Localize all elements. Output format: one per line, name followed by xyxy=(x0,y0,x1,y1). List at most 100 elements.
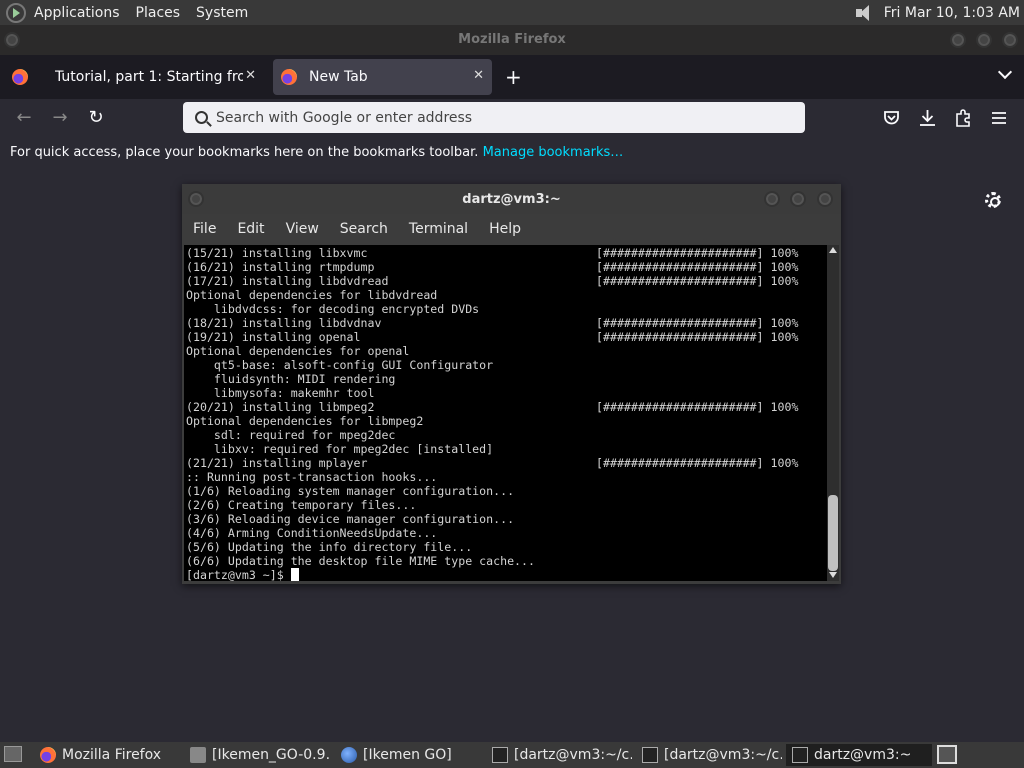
downloads-icon[interactable] xyxy=(919,109,936,127)
progress-bar-text: [######################] 100% xyxy=(596,260,799,274)
terminal-line: (3/6) Reloading device manager configura… xyxy=(186,512,827,526)
menu-view[interactable]: View xyxy=(286,221,319,237)
menu-icon[interactable] xyxy=(991,111,1007,125)
extensions-icon[interactable] xyxy=(955,109,972,127)
close-window-button[interactable] xyxy=(1002,32,1018,48)
manage-bookmarks-link[interactable]: Manage bookmarks… xyxy=(483,145,624,160)
back-button[interactable]: ← xyxy=(13,107,35,129)
terminal-line-text: (5/6) Updating the info directory file..… xyxy=(186,540,473,554)
terminal-output[interactable]: (15/21) installing libxvmc [#############… xyxy=(184,245,827,581)
menu-help[interactable]: Help xyxy=(489,221,521,237)
firefox-titlebar: Mozilla Firefox xyxy=(0,25,1024,55)
reload-button[interactable]: ↻ xyxy=(85,107,107,129)
taskbar-item[interactable]: [Ikemen GO] xyxy=(335,744,482,766)
terminal-icon xyxy=(642,747,658,763)
terminal-line: (1/6) Reloading system manager configura… xyxy=(186,484,827,498)
close-tab-icon[interactable]: ✕ xyxy=(473,68,484,83)
terminal-line-text: Optional dependencies for libdvdread xyxy=(186,288,438,302)
scroll-up-arrow-icon[interactable] xyxy=(829,247,837,253)
taskbar-item[interactable]: dartz@vm3:~ xyxy=(786,744,932,766)
terminal-menubar: File Edit View Search Terminal Help xyxy=(182,214,841,244)
workspace-switcher-icon[interactable] xyxy=(937,745,957,764)
firefox-icon xyxy=(40,747,56,763)
maximize-button[interactable] xyxy=(790,191,806,207)
scroll-thumb[interactable] xyxy=(828,495,838,571)
progress-bar-text: [######################] 100% xyxy=(596,456,799,470)
pocket-icon[interactable] xyxy=(883,110,900,126)
forward-button[interactable]: → xyxy=(49,107,71,129)
menu-edit[interactable]: Edit xyxy=(237,221,264,237)
close-window-button[interactable] xyxy=(817,191,833,207)
volume-icon[interactable] xyxy=(854,4,876,22)
firefox-view-icon[interactable] xyxy=(12,69,28,85)
maximize-button[interactable] xyxy=(976,32,992,48)
terminal-line: libxv: required for mpeg2dec [installed] xyxy=(186,442,827,456)
menu-applications[interactable]: Applications xyxy=(34,5,120,21)
terminal-line: (2/6) Creating temporary files... xyxy=(186,498,827,512)
terminal-line: sdl: required for mpeg2dec xyxy=(186,428,827,442)
terminal-line: (18/21) installing libdvdnav [###########… xyxy=(186,316,827,330)
tab-strip: Tutorial, part 1: Starting from scratch … xyxy=(0,55,1024,99)
bookmarks-toolbar: For quick access, place your bookmarks h… xyxy=(0,137,1024,169)
minimize-button[interactable] xyxy=(950,32,966,48)
terminal-icon xyxy=(492,747,508,763)
taskbar-item[interactable]: [Ikemen_GO-0.9… xyxy=(184,744,331,766)
terminal-line-text: (16/21) installing rtmpdump xyxy=(186,260,375,274)
terminal-line: (20/21) installing libmpeg2 [############… xyxy=(186,400,827,414)
clock[interactable]: Fri Mar 10, 1:03 AM xyxy=(884,5,1020,21)
window-menu-button[interactable] xyxy=(4,32,20,48)
terminal-titlebar[interactable]: dartz@vm3:~ xyxy=(182,184,841,214)
terminal-line: (21/21) installing mplayer [#############… xyxy=(186,456,827,470)
terminal-line-text: (18/21) installing libdvdnav xyxy=(186,316,382,330)
tab-label: New Tab xyxy=(309,69,368,85)
taskbar-item-label: [Ikemen GO] xyxy=(363,747,452,763)
menu-terminal[interactable]: Terminal xyxy=(409,221,468,237)
gnome-foot-icon[interactable] xyxy=(6,2,26,23)
gear-icon[interactable] xyxy=(985,192,1001,208)
tab-label: Tutorial, part 1: Starting from scratch xyxy=(55,69,243,85)
terminal-line-text: Optional dependencies for openal xyxy=(186,344,410,358)
terminal-line: (17/21) installing libdvdread [##########… xyxy=(186,274,827,288)
minimize-button[interactable] xyxy=(764,191,780,207)
list-all-tabs-icon[interactable] xyxy=(997,64,1013,80)
terminal-line-text: (3/6) Reloading device manager configura… xyxy=(186,512,515,526)
terminal-line: libdvdcss: for decoding encrypted DVDs xyxy=(186,302,827,316)
show-desktop-icon[interactable] xyxy=(4,746,22,762)
progress-bar-text: [######################] 100% xyxy=(596,400,799,414)
menu-system[interactable]: System xyxy=(196,5,248,21)
terminal-line: :: Running post-transaction hooks... xyxy=(186,470,827,484)
terminal-line-text: (2/6) Creating temporary files... xyxy=(186,498,417,512)
progress-bar-text: [######################] 100% xyxy=(596,246,799,260)
menu-search[interactable]: Search xyxy=(340,221,388,237)
tab-tutorial[interactable]: Tutorial, part 1: Starting from scratch … xyxy=(40,59,264,95)
terminal-line-text: :: Running post-transaction hooks... xyxy=(186,470,438,484)
menu-places[interactable]: Places xyxy=(136,5,181,21)
top-panel: Applications Places System Fri Mar 10, 1… xyxy=(0,0,1024,25)
terminal-prompt-line[interactable]: [dartz@vm3 ~]$ xyxy=(186,568,827,581)
url-bar-placeholder: Search with Google or enter address xyxy=(216,109,473,126)
terminal-line-text: (6/6) Updating the desktop file MIME typ… xyxy=(186,554,536,568)
taskbar-item[interactable]: [dartz@vm3:~/c… xyxy=(486,744,632,766)
window-menu-button[interactable] xyxy=(188,191,204,207)
close-tab-icon[interactable]: ✕ xyxy=(245,68,256,83)
globe-icon xyxy=(341,747,357,763)
menu-file[interactable]: File xyxy=(193,221,216,237)
terminal-line-text: sdl: required for mpeg2dec xyxy=(186,428,396,442)
terminal-scrollbar[interactable] xyxy=(827,245,839,581)
terminal-line: Optional dependencies for libmpeg2 xyxy=(186,414,827,428)
terminal-line: (15/21) installing libxvmc [#############… xyxy=(186,246,827,260)
taskbar-item[interactable]: Mozilla Firefox xyxy=(34,744,180,766)
taskbar-item-label: [Ikemen_GO-0.9… xyxy=(212,747,331,763)
terminal-line-text: (1/6) Reloading system manager configura… xyxy=(186,484,515,498)
url-bar[interactable]: Search with Google or enter address xyxy=(183,102,805,133)
tab-new-tab[interactable]: New Tab ✕ xyxy=(273,59,492,95)
terminal-line-text: (21/21) installing mplayer xyxy=(186,456,368,470)
taskbar-item-label: [dartz@vm3:~/c… xyxy=(514,747,632,763)
terminal-line-text: qt5-base: alsoft-config GUI Configurator xyxy=(186,358,494,372)
new-tab-button[interactable]: + xyxy=(505,65,522,89)
terminal-line-text: Optional dependencies for libmpeg2 xyxy=(186,414,424,428)
text-cursor xyxy=(290,568,299,581)
scroll-down-arrow-icon[interactable] xyxy=(829,572,837,578)
taskbar-item[interactable]: [dartz@vm3:~/c… xyxy=(636,744,782,766)
bookmarks-message: For quick access, place your bookmarks h… xyxy=(10,145,479,160)
